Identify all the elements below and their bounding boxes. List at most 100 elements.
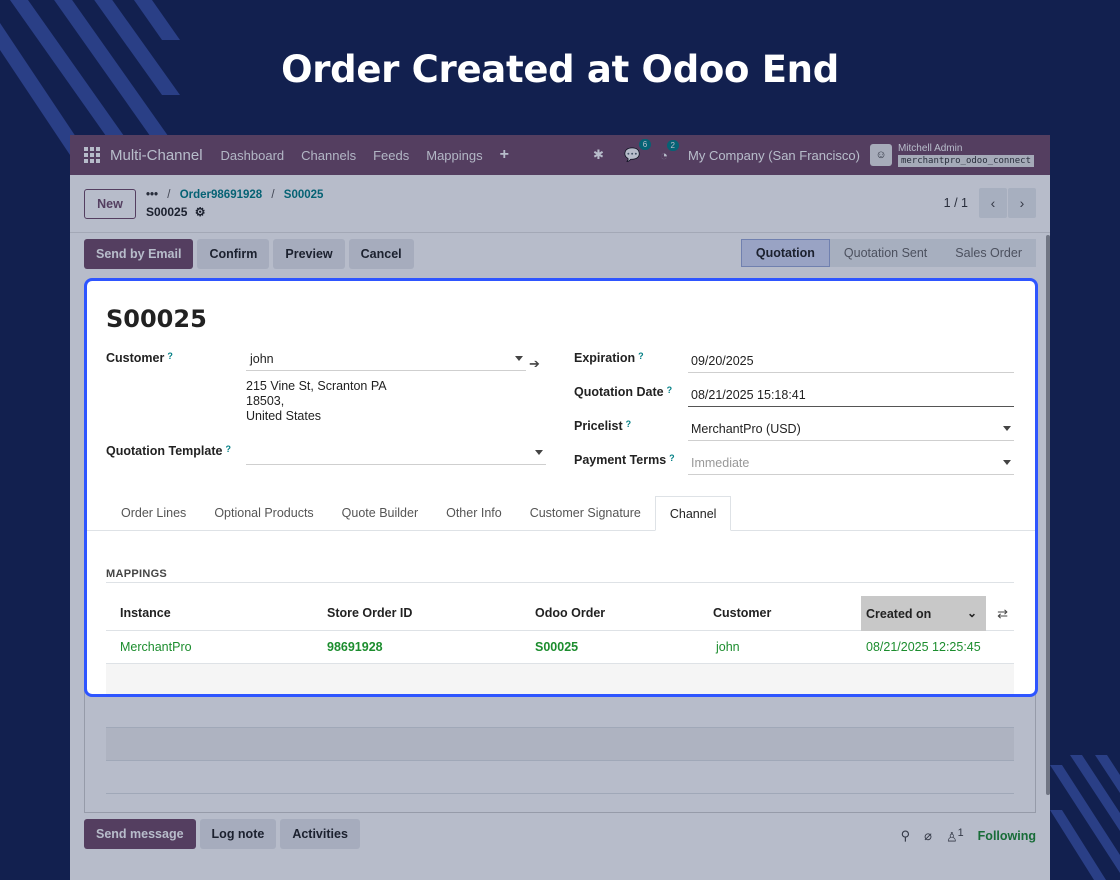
tab-channel[interactable]: Channel: [654, 496, 732, 531]
cell-instance: MerchantPro: [120, 640, 192, 654]
app-name[interactable]: Multi-Channel: [110, 147, 203, 164]
column-instance[interactable]: Instance: [120, 606, 171, 620]
user-name: Mitchell Admin: [897, 143, 963, 154]
pricelist-field[interactable]: MerchantPro (USD): [688, 419, 1014, 441]
chatter-tools: ⚲ ⌀ ♙1 Following: [887, 827, 1036, 845]
following-button[interactable]: Following: [978, 829, 1036, 843]
status-bar: Quotation Quotation Sent Sales Order: [740, 239, 1036, 267]
cell-store-order-id: 98691928: [327, 640, 383, 654]
customer-field[interactable]: john: [246, 349, 526, 371]
expiration-field[interactable]: 09/20/2025: [688, 351, 1014, 373]
chat-badge: 6: [638, 139, 652, 150]
column-settings-icon[interactable]: ⇄: [997, 606, 1008, 622]
tab-customer-signature[interactable]: Customer Signature: [516, 496, 655, 530]
pager-next-icon[interactable]: ›: [1008, 188, 1036, 218]
chatter-buttons: Send message Log note Activities: [84, 819, 364, 849]
help-icon[interactable]: ?: [626, 419, 632, 429]
tab-order-lines[interactable]: Order Lines: [107, 496, 200, 530]
list-header: Instance Store Order ID Odoo Order Custo…: [106, 596, 1014, 631]
follower-count: 1: [957, 827, 964, 839]
action-bar: Send by Email Confirm Preview Cancel Quo…: [70, 233, 1050, 277]
column-store-order-id[interactable]: Store Order ID: [327, 606, 412, 620]
column-customer[interactable]: Customer: [713, 606, 771, 620]
send-by-email-button[interactable]: Send by Email: [84, 239, 194, 269]
confirm-button[interactable]: Confirm: [197, 239, 270, 269]
pager: 1 / 1 ‹ ›: [944, 188, 1036, 218]
expiration-label-text: Expiration: [574, 351, 636, 365]
page-scrollbar[interactable]: [1046, 235, 1050, 795]
chevron-down-icon[interactable]: [515, 356, 523, 361]
top-navbar: Multi-Channel Dashboard Channels Feeds M…: [70, 135, 1050, 175]
activity-clock-icon[interactable]: ◔ 2: [660, 139, 679, 163]
quotation-date-field[interactable]: 08/21/2025 15:18:41: [688, 385, 1014, 407]
breadcrumb-current[interactable]: S00025: [284, 189, 324, 201]
highlighted-form-card: S00025 Customer? john ➔ 215 Vine St, Scr…: [84, 278, 1038, 697]
gear-icon[interactable]: ⚙: [195, 205, 206, 219]
breadcrumb-parent[interactable]: Order98691928: [180, 189, 262, 201]
bug-icon[interactable]: ✱: [593, 147, 604, 163]
payment-terms-label-text: Payment Terms: [574, 453, 667, 467]
help-icon[interactable]: ?: [669, 453, 675, 463]
pricelist-label: Pricelist?: [574, 419, 631, 433]
cell-created-on: 08/21/2025 12:25:45: [866, 640, 981, 654]
breadcrumb: ••• / Order98691928 / S00025 S00025 ⚙: [146, 188, 324, 219]
user-avatar[interactable]: ☺: [869, 144, 892, 166]
form-title: S00025: [106, 305, 207, 333]
tab-quote-builder[interactable]: Quote Builder: [328, 496, 432, 530]
user-menu[interactable]: Mitchell Admin merchantpro_odoo_connect: [897, 143, 1034, 167]
log-note-button[interactable]: Log note: [199, 819, 277, 849]
column-created-on[interactable]: Created on ⌄: [861, 596, 986, 631]
stage-quotation-sent[interactable]: Quotation Sent: [829, 239, 942, 267]
quotation-template-field[interactable]: [246, 443, 546, 465]
followers-icon[interactable]: ♙1: [946, 827, 964, 845]
chevron-down-icon[interactable]: [535, 450, 543, 455]
payment-terms-field[interactable]: Immediate: [688, 453, 1014, 475]
chevron-down-icon: ⌄: [966, 606, 977, 620]
quotation-template-label-text: Quotation Template: [106, 444, 223, 458]
chevron-down-icon[interactable]: [1003, 460, 1011, 465]
pager-count[interactable]: 1 / 1: [944, 196, 968, 210]
cancel-button[interactable]: Cancel: [348, 239, 414, 269]
nav-item-channels[interactable]: Channels: [301, 148, 356, 163]
mappings-section-title: MAPPINGS: [106, 568, 168, 580]
navbar-systray: ✱ 💬 6 ◔ 2 My Company (San Francisco) ☺ Mit…: [593, 135, 1034, 175]
preview-button[interactable]: Preview: [273, 239, 345, 269]
page-headline: Order Created at Odoo End: [281, 48, 839, 91]
nav-item-dashboard[interactable]: Dashboard: [221, 148, 285, 163]
customer-label-text: Customer: [106, 351, 165, 365]
attachment-icon[interactable]: ⌀: [924, 828, 932, 844]
table-row[interactable]: MerchantPro 98691928 S00025 john 08/21/2…: [106, 631, 1014, 664]
tab-optional-products[interactable]: Optional Products: [200, 496, 327, 530]
database-name: merchantpro_odoo_connect: [897, 155, 1034, 167]
plus-icon[interactable]: +: [500, 146, 509, 164]
column-odoo-order[interactable]: Odoo Order: [535, 606, 605, 620]
section-divider: [106, 582, 1014, 583]
new-button[interactable]: New: [84, 188, 136, 219]
payment-terms-label: Payment Terms?: [574, 453, 675, 467]
column-created-on-label: Created on: [866, 606, 932, 621]
tab-other-info[interactable]: Other Info: [432, 496, 516, 530]
breadcrumb-more[interactable]: •••: [146, 189, 158, 201]
stage-sales-order[interactable]: Sales Order: [941, 239, 1036, 267]
lower-list-rows: [106, 695, 1014, 794]
pager-previous-icon[interactable]: ‹: [979, 188, 1007, 218]
company-switcher[interactable]: My Company (San Francisco): [688, 148, 860, 163]
help-icon[interactable]: ?: [225, 444, 231, 454]
chat-icon[interactable]: 💬 6: [624, 139, 652, 163]
arrow-right-icon[interactable]: ➔: [529, 356, 540, 372]
app-menu-grid-icon[interactable]: [84, 147, 100, 163]
stage-quotation[interactable]: Quotation: [740, 239, 830, 267]
notebook-tabs: Order Lines Optional Products Quote Buil…: [87, 496, 1035, 531]
help-icon[interactable]: ?: [167, 351, 173, 361]
customer-address: 215 Vine St, Scranton PA 18503, United S…: [246, 379, 387, 424]
help-icon[interactable]: ?: [667, 385, 673, 395]
expiration-label: Expiration?: [574, 351, 644, 365]
chevron-down-icon[interactable]: [1003, 426, 1011, 431]
nav-item-mappings[interactable]: Mappings: [426, 148, 482, 163]
help-icon[interactable]: ?: [638, 351, 644, 361]
search-icon[interactable]: ⚲: [901, 828, 911, 844]
send-message-button[interactable]: Send message: [84, 819, 196, 849]
nav-item-feeds[interactable]: Feeds: [373, 148, 409, 163]
quotation-date-label: Quotation Date?: [574, 385, 672, 399]
activities-button[interactable]: Activities: [280, 819, 360, 849]
